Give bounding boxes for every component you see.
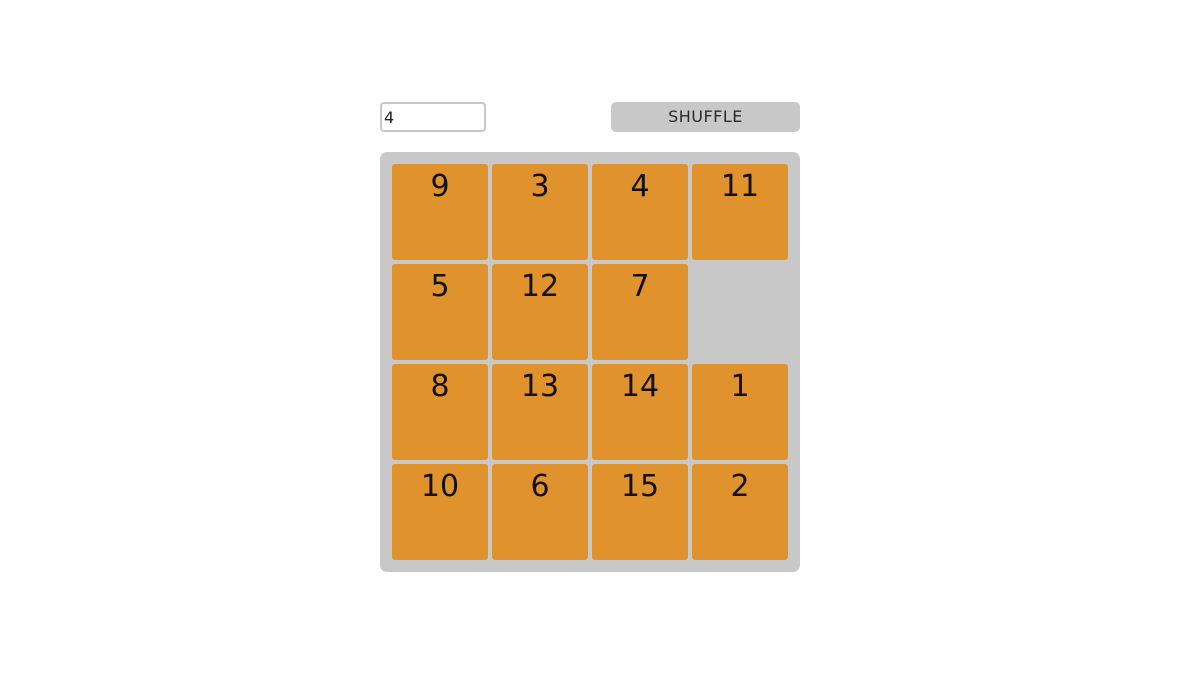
- puzzle-tile[interactable]: 10: [392, 464, 488, 560]
- puzzle-board: 9 3 4 11 5 12 7 8 13 14 1 10 6 15 2: [380, 152, 800, 572]
- board-size-input[interactable]: [380, 102, 486, 132]
- puzzle-tile[interactable]: 8: [392, 364, 488, 460]
- puzzle-tile[interactable]: 6: [492, 464, 588, 560]
- puzzle-tile[interactable]: 3: [492, 164, 588, 260]
- puzzle-tile[interactable]: 15: [592, 464, 688, 560]
- puzzle-tile[interactable]: 13: [492, 364, 588, 460]
- puzzle-tile[interactable]: 12: [492, 264, 588, 360]
- puzzle-tile[interactable]: 9: [392, 164, 488, 260]
- shuffle-button[interactable]: SHUFFLE: [611, 102, 800, 132]
- puzzle-tile[interactable]: 7: [592, 264, 688, 360]
- puzzle-tile[interactable]: 11: [692, 164, 788, 260]
- puzzle-tile[interactable]: 2: [692, 464, 788, 560]
- puzzle-tile[interactable]: 14: [592, 364, 688, 460]
- controls-bar: SHUFFLE: [380, 102, 800, 132]
- puzzle-tile[interactable]: 5: [392, 264, 488, 360]
- empty-slot: [692, 264, 788, 360]
- puzzle-tile[interactable]: 4: [592, 164, 688, 260]
- puzzle-tile[interactable]: 1: [692, 364, 788, 460]
